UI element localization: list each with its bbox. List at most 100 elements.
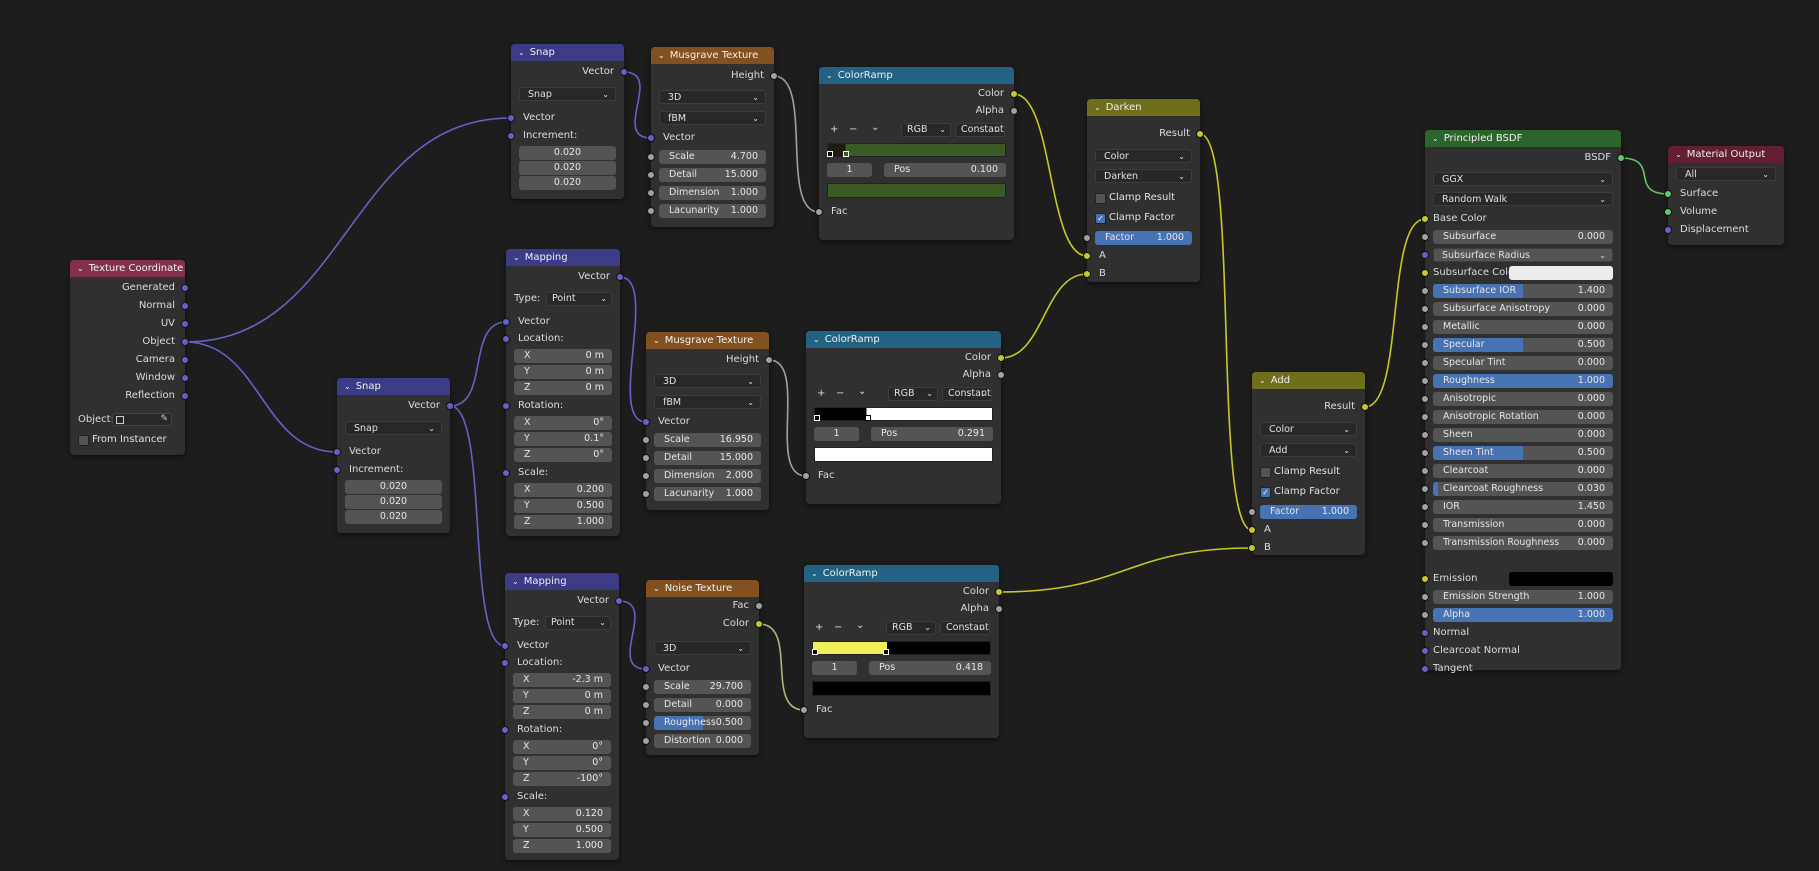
ramp-middle-to-darken-wire[interactable] [1000,273,1088,359]
color-stop-handle-active[interactable] [883,649,889,655]
interpolation-dropdown[interactable]: Constant ⌄ [940,621,990,635]
input-vector-socket[interactable] [642,418,650,426]
input-displacement-socket[interactable] [1664,226,1672,234]
transmission-field[interactable]: Transmission 0.000 [1433,518,1613,532]
output-object-socket[interactable] [181,338,189,346]
alpha-field[interactable]: Alpha 1.000 [1433,608,1613,622]
input-vector-socket[interactable] [642,665,650,673]
detail-field[interactable]: Detail 15.000 [654,451,761,465]
collapse-chevron-icon[interactable]: ⌄ [1432,130,1439,147]
ramp-bottom-to-add-wire[interactable] [998,547,1253,593]
output-normal-socket[interactable] [181,302,189,310]
mapping-to-musgrave-middle-wire[interactable] [619,276,647,423]
mapping-to-noise-wire[interactable] [618,600,647,670]
input-scale-socket[interactable] [502,469,510,477]
location-x-field[interactable]: X -2.3 m [513,673,611,687]
color-ramp-bar[interactable] [827,143,1006,157]
node-header[interactable]: ⌄ ColorRamp [819,67,1014,84]
subsurface-color-swatch[interactable] [1509,266,1613,280]
clearcoat-roughness-field[interactable]: Clearcoat Roughness 0.030 [1433,482,1613,496]
colorramp-node-bottom[interactable]: ⌄ ColorRamp Color Alpha + − ⌄ RGB ⌄ Consta… [800,565,1003,738]
subsurface-radius-dropdown[interactable]: Subsurface Radius ⌄ [1433,248,1613,262]
mapping-node-bottom[interactable]: ⌄ Mapping Vector Type: Point ⌄ Vector Loca… [501,573,623,860]
collapse-chevron-icon[interactable]: ⌄ [344,378,351,395]
collapse-chevron-icon[interactable]: ⌄ [813,331,820,348]
input-metallic-socket[interactable] [1421,323,1429,331]
scale-field[interactable]: Scale 29.700 [654,680,751,694]
remove-stop-button[interactable]: − [849,123,857,137]
target-dropdown[interactable]: All ⌄ [1676,167,1776,181]
interpolation-dropdown[interactable]: Constant ⌄ [955,123,1005,137]
lacunarity-field[interactable]: Lacunarity 1.000 [659,204,766,218]
emission-color-swatch[interactable] [1509,572,1613,586]
musgrave-texture-node-middle[interactable]: ⌄ Musgrave Texture Height 3D ⌄ fBM ⌄ Vector… [642,332,773,510]
musgrave-to-ramp-middle-wire[interactable] [768,359,807,477]
stop-color-swatch[interactable] [814,447,993,462]
input-subsurface-ior-socket[interactable] [1421,287,1429,295]
input-subsurface-socket[interactable] [1421,233,1429,241]
eyedropper-icon[interactable]: ✎ [160,414,168,425]
add-stop-button[interactable]: + [830,123,838,137]
scale-y-field[interactable]: Y 0.500 [513,823,611,837]
ramp-top-to-darken-wire[interactable] [1013,93,1088,257]
location-y-field[interactable]: Y 0 m [514,365,612,379]
color-ramp-bar[interactable] [814,407,993,421]
color-stop-handle[interactable] [814,415,820,421]
node-header[interactable]: ⌄ Musgrave Texture [651,47,774,64]
input-emission-strength-socket[interactable] [1421,593,1429,601]
node-header[interactable]: ⌄ Principled BSDF [1425,130,1621,147]
input-fac-socket[interactable] [815,208,823,216]
color-stop-handle-active[interactable] [843,151,849,157]
input-scale-socket[interactable] [501,793,509,801]
bsdf-to-output-wire[interactable] [1620,157,1669,195]
input-a-socket[interactable] [1248,526,1256,534]
input-tangent-socket[interactable] [1421,665,1429,673]
scale-x-field[interactable]: X 0.200 [514,483,612,497]
principled-bsdf-node[interactable]: ⌄ Principled BSDF BSDF GGX ⌄ Random Walk ⌄ … [1421,130,1625,674]
output-height-socket[interactable] [770,72,778,80]
clamp-factor-checkbox[interactable]: ✓ [1095,213,1106,224]
snap-node-middle[interactable]: ⌄ Snap Vector Snap ⌄ Vector Increment: 0.0… [333,378,454,533]
input-surface-socket[interactable] [1664,190,1672,198]
stop-index-field[interactable]: 1 [814,427,859,441]
location-y-field[interactable]: Y 0 m [513,689,611,703]
add-to-bsdf-wire[interactable] [1364,218,1426,408]
rotation-y-field[interactable]: Y 0.1° [514,432,612,446]
dimensions-dropdown[interactable]: 3D ⌄ [659,90,766,104]
material-output-node[interactable]: ⌄ Material Output All ⌄ Surface Volume Dis… [1664,146,1784,245]
increment-x-field[interactable]: 0.020 [345,480,442,494]
output-reflection-socket[interactable] [181,392,189,400]
musgrave-to-ramp-top-wire[interactable] [773,75,820,213]
mix-darken-node[interactable]: ⌄ Darken Result Color ⌄ Darken ⌄ Clamp Resu… [1083,99,1204,282]
input-scale-socket[interactable] [642,436,650,444]
input-scale-socket[interactable] [647,153,655,161]
collapse-chevron-icon[interactable]: ⌄ [512,573,519,590]
scale-field[interactable]: Scale 4.700 [659,150,766,164]
rotation-x-field[interactable]: X 0° [513,740,611,754]
subsurface-field[interactable]: Subsurface 0.000 [1433,230,1613,244]
input-rotation-socket[interactable] [502,402,510,410]
input-a-socket[interactable] [1083,252,1091,260]
subsurface-method-dropdown[interactable]: Random Walk ⌄ [1433,192,1613,206]
input-rotation-socket[interactable] [501,726,509,734]
input-anisotropic-rotation-socket[interactable] [1421,413,1429,421]
collapse-chevron-icon[interactable]: ⌄ [658,47,665,64]
node-header[interactable]: ⌄ Material Output [1668,146,1784,163]
specular-field[interactable]: Specular 0.500 [1433,338,1613,352]
musgrave-type-dropdown[interactable]: fBM ⌄ [659,111,766,125]
color-ramp-bar[interactable] [812,641,991,655]
output-generated-socket[interactable] [181,284,189,292]
more-menu-button[interactable]: ⌄ [856,619,864,633]
type-dropdown[interactable]: Point ⌄ [545,616,611,630]
color-stop-handle-active[interactable] [865,415,871,421]
input-clearcoat-normal-socket[interactable] [1421,647,1429,655]
factor-field[interactable]: Factor 1.000 [1260,505,1357,519]
stop-position-field[interactable]: Pos 0.291 [871,427,993,441]
lacunarity-field[interactable]: Lacunarity 1.000 [654,487,761,501]
stop-position-field[interactable]: Pos 0.418 [869,661,991,675]
data-type-dropdown[interactable]: Color ⌄ [1095,149,1192,163]
color-mode-dropdown[interactable]: RGB ⌄ [886,621,936,635]
input-vector-socket[interactable] [647,134,655,142]
add-stop-button[interactable]: + [815,621,823,635]
noise-to-ramp-bottom-wire[interactable] [758,623,805,711]
